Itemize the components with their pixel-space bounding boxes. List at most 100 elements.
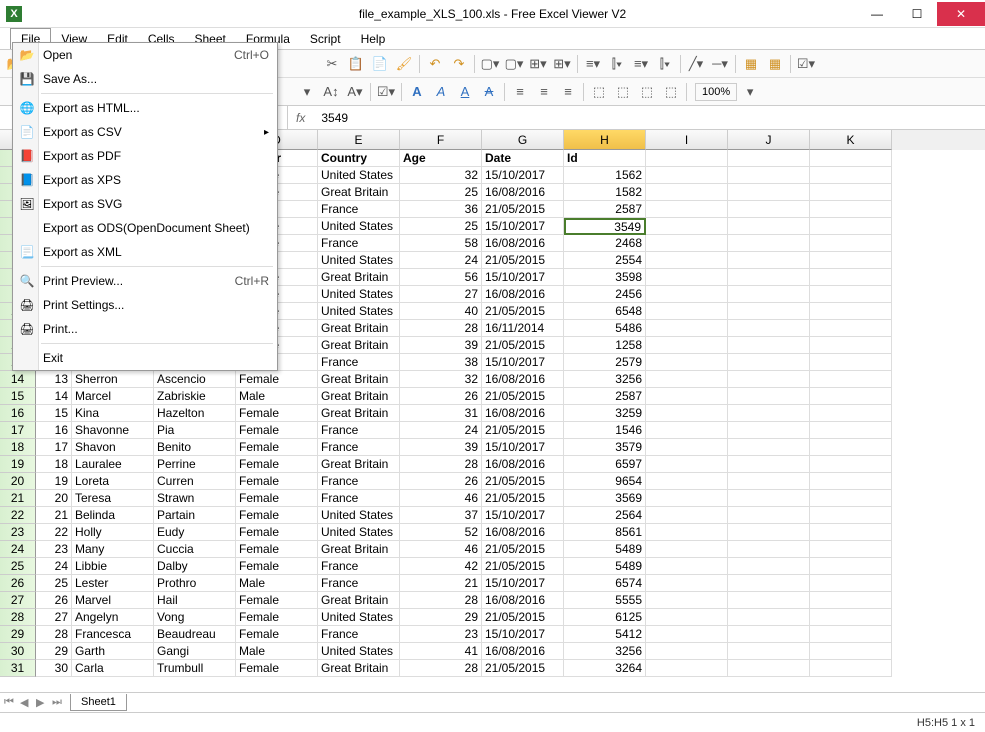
cell[interactable]	[728, 473, 810, 490]
header-cell[interactable]	[728, 150, 810, 167]
maximize-button[interactable]: ☐	[897, 2, 937, 26]
underline-icon[interactable]: A	[454, 81, 476, 103]
cell[interactable]: Pia	[154, 422, 236, 439]
cell[interactable]: Great Britain	[318, 541, 400, 558]
cell[interactable]	[728, 609, 810, 626]
cell[interactable]: France	[318, 354, 400, 371]
check-icon[interactable]: ☑▾	[795, 53, 817, 75]
formula-input[interactable]: 3549	[313, 111, 348, 125]
cell[interactable]: Marcel	[72, 388, 154, 405]
cell[interactable]: 46	[400, 490, 482, 507]
align-left-icon[interactable]: ≡	[509, 81, 531, 103]
cell[interactable]	[728, 439, 810, 456]
cell[interactable]: Eudy	[154, 524, 236, 541]
cell[interactable]: 26	[400, 473, 482, 490]
col-header-E[interactable]: E	[318, 130, 400, 150]
cell[interactable]: Great Britain	[318, 405, 400, 422]
cell[interactable]	[810, 320, 892, 337]
cell[interactable]: Hail	[154, 592, 236, 609]
valign-bot-icon[interactable]: ⬚	[636, 81, 658, 103]
cell[interactable]: Male	[236, 575, 318, 592]
tab-first-icon[interactable]: ⏮	[4, 696, 18, 709]
file-menu-export-as-xps[interactable]: 📘Export as XPS	[13, 168, 277, 192]
cell[interactable]	[728, 201, 810, 218]
cell[interactable]: 8561	[564, 524, 646, 541]
cell[interactable]: Ascencio	[154, 371, 236, 388]
cell[interactable]: 21/05/2015	[482, 337, 564, 354]
cell[interactable]: Lauralee	[72, 456, 154, 473]
cell[interactable]: 21/05/2015	[482, 541, 564, 558]
header-cell[interactable]: Date	[482, 150, 564, 167]
cell[interactable]	[646, 558, 728, 575]
grid-icon[interactable]: ⊞▾	[551, 53, 573, 75]
cell[interactable]: Teresa	[72, 490, 154, 507]
cell[interactable]: 46	[400, 541, 482, 558]
cell[interactable]	[646, 456, 728, 473]
cell[interactable]: 21/05/2015	[482, 388, 564, 405]
cell[interactable]: 25	[36, 575, 72, 592]
header-cell[interactable]	[810, 150, 892, 167]
cell[interactable]: 21/05/2015	[482, 660, 564, 677]
file-menu-export-as-svg[interactable]: 🖼Export as SVG	[13, 192, 277, 216]
header-cell[interactable]: Id	[564, 150, 646, 167]
row-header[interactable]: 31	[0, 660, 36, 677]
cell[interactable]	[810, 439, 892, 456]
col-icon[interactable]: ⫿▾	[606, 53, 628, 75]
file-menu-print-preview-[interactable]: 🔍Print Preview...Ctrl+R	[13, 269, 277, 293]
tab-prev-icon[interactable]: ◀	[20, 696, 34, 709]
cell[interactable]: 21/05/2015	[482, 490, 564, 507]
cell[interactable]: 36	[400, 201, 482, 218]
cell[interactable]: United States	[318, 286, 400, 303]
cell[interactable]: 3579	[564, 439, 646, 456]
cell[interactable]: 5489	[564, 558, 646, 575]
cell[interactable]	[728, 660, 810, 677]
cell[interactable]: Many	[72, 541, 154, 558]
cell[interactable]: United States	[318, 507, 400, 524]
file-menu-print-settings-[interactable]: 🖨Print Settings...	[13, 293, 277, 317]
cell[interactable]	[810, 609, 892, 626]
cell[interactable]	[646, 609, 728, 626]
file-menu-open[interactable]: 📂OpenCtrl+O	[13, 43, 277, 67]
cell[interactable]: Female	[236, 422, 318, 439]
row-header[interactable]: 21	[0, 490, 36, 507]
cell[interactable]	[646, 422, 728, 439]
cell[interactable]: 24	[400, 252, 482, 269]
cell[interactable]: 9654	[564, 473, 646, 490]
cell[interactable]	[810, 252, 892, 269]
cell[interactable]: 2554	[564, 252, 646, 269]
cell[interactable]	[728, 371, 810, 388]
cell[interactable]: 19	[36, 473, 72, 490]
cell[interactable]: Great Britain	[318, 592, 400, 609]
cell[interactable]: 6597	[564, 456, 646, 473]
cell[interactable]: Male	[236, 388, 318, 405]
cell[interactable]	[810, 422, 892, 439]
row-header[interactable]: 25	[0, 558, 36, 575]
row2-icon[interactable]: ≡▾	[630, 53, 652, 75]
cell[interactable]: Holly	[72, 524, 154, 541]
cell[interactable]	[810, 575, 892, 592]
row-icon[interactable]: ≡▾	[582, 53, 604, 75]
grid3-icon[interactable]: ▦	[740, 53, 762, 75]
cell[interactable]: Dalby	[154, 558, 236, 575]
cut-icon[interactable]: ✂	[321, 53, 343, 75]
cell[interactable]	[728, 490, 810, 507]
cell[interactable]: 28	[36, 626, 72, 643]
cell[interactable]: 24	[36, 558, 72, 575]
cell[interactable]	[810, 235, 892, 252]
cell[interactable]: 16/08/2016	[482, 592, 564, 609]
header-cell[interactable]	[646, 150, 728, 167]
cell[interactable]: 2587	[564, 201, 646, 218]
file-menu-save-as-[interactable]: 💾Save As...	[13, 67, 277, 91]
cell[interactable]	[810, 473, 892, 490]
row-header[interactable]: 24	[0, 541, 36, 558]
tab-last-icon[interactable]: ⏭	[52, 696, 66, 709]
cell[interactable]	[810, 269, 892, 286]
cell[interactable]: United States	[318, 609, 400, 626]
cell[interactable]: Gangi	[154, 643, 236, 660]
row-header[interactable]: 19	[0, 456, 36, 473]
cell[interactable]: 58	[400, 235, 482, 252]
cell[interactable]	[728, 235, 810, 252]
cell[interactable]: 16/08/2016	[482, 286, 564, 303]
cell[interactable]: 21/05/2015	[482, 558, 564, 575]
cell[interactable]: 2579	[564, 354, 646, 371]
